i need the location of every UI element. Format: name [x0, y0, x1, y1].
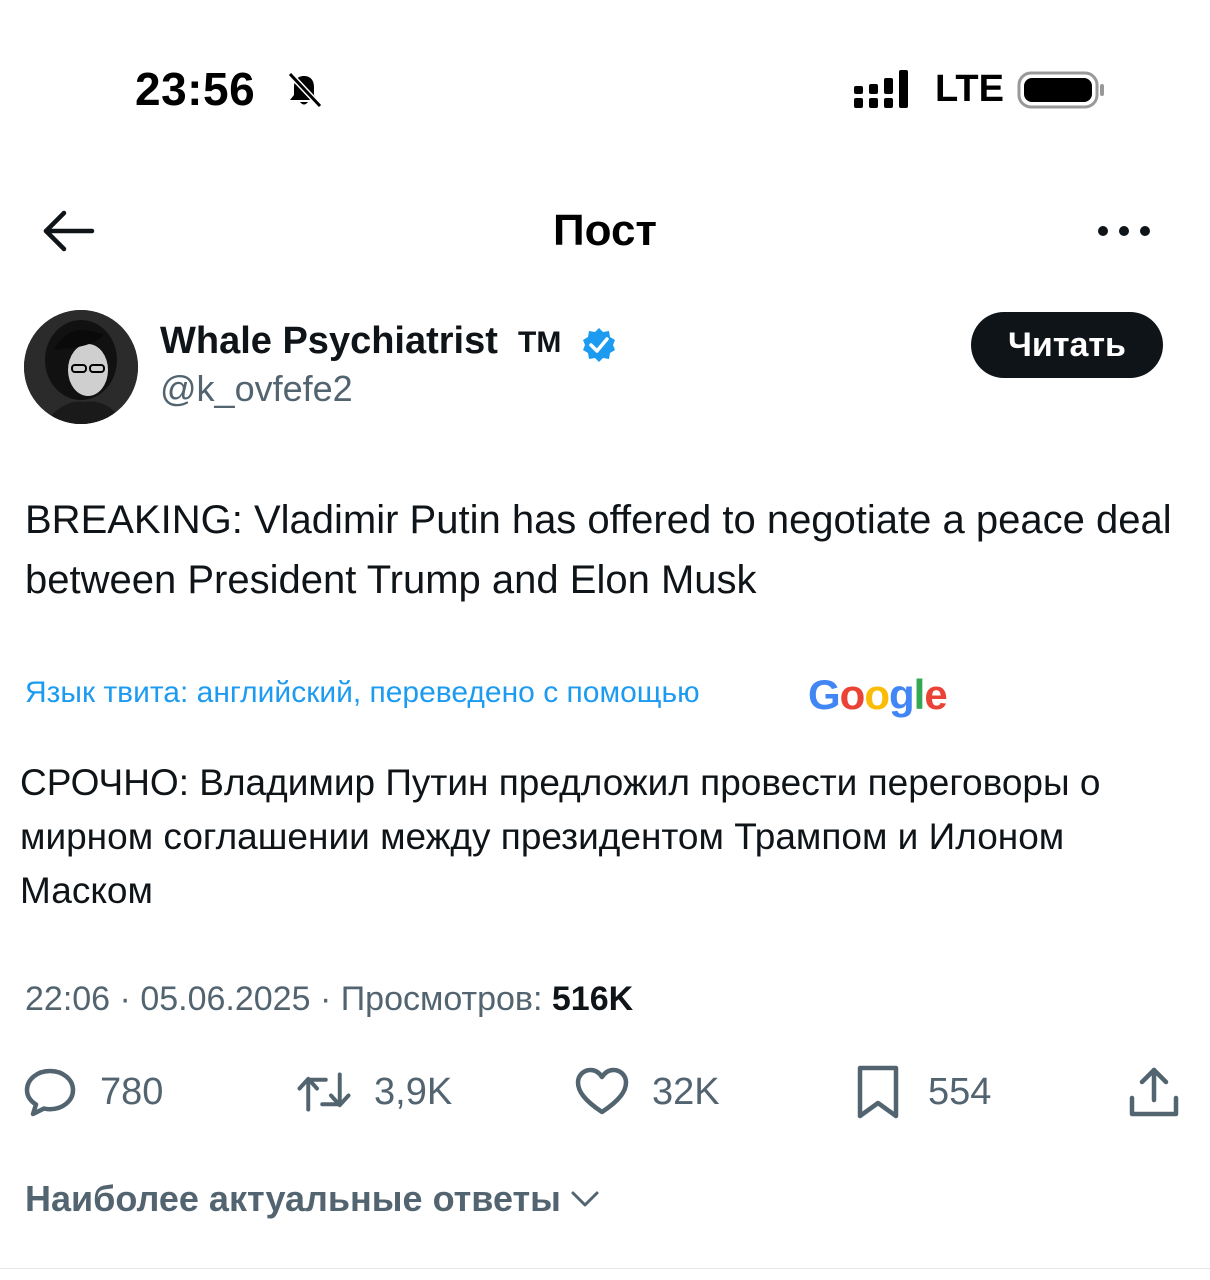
google-letter: e: [924, 671, 947, 718]
tweet-meta: 22:06 · 05.06.2025 · Просмотров: 516K: [25, 980, 633, 1019]
reply-button[interactable]: 780: [22, 1062, 163, 1122]
tweet-time[interactable]: 22:06: [25, 980, 110, 1018]
verified-badge-icon: [583, 328, 615, 362]
heart-icon: [575, 1067, 629, 1115]
battery-icon: [1017, 71, 1104, 109]
share-icon[interactable]: [1124, 1062, 1184, 1122]
cellular-signal-icon: [854, 70, 908, 108]
google-letter: o: [864, 671, 890, 718]
google-letter: G: [808, 671, 841, 718]
status-time: 23:56: [135, 63, 256, 115]
google-letter: l: [913, 671, 926, 718]
translation-note[interactable]: Язык твита: английский, переведено с пом…: [25, 676, 700, 710]
replies-sort-dropdown[interactable]: Наиболее актуальные ответы: [25, 1178, 603, 1220]
tweet-date[interactable]: 05.06.2025: [140, 980, 310, 1018]
google-logo: Google: [808, 671, 948, 719]
bookmark-count: 554: [928, 1070, 992, 1113]
like-count: 32K: [652, 1070, 720, 1113]
network-type: LTE: [935, 68, 1004, 110]
translated-text: СРОЧНО: Владимир Путин предложил провест…: [20, 762, 1101, 911]
author-name-suffix: TM: [518, 326, 562, 359]
repost-count: 3,9K: [374, 1070, 453, 1113]
google-letter: o: [839, 671, 866, 718]
views-label: Просмотров:: [340, 980, 543, 1018]
avatar[interactable]: [24, 310, 138, 424]
bookmark-icon: [857, 1065, 899, 1119]
reply-count: 780: [100, 1070, 164, 1113]
bookmark-button[interactable]: 554: [850, 1062, 991, 1122]
author-handle[interactable]: @k_ovfefe2: [160, 368, 353, 410]
chevron-down-icon: [571, 1191, 599, 1207]
google-letter: g: [888, 671, 915, 718]
separator-dot: ·: [119, 980, 131, 1018]
separator-dot: ·: [319, 980, 332, 1018]
tweet-text: BREAKING: Vladimir Putin has offered to …: [25, 498, 1172, 602]
repost-icon: [297, 1072, 351, 1112]
bell-muted-icon: [287, 71, 323, 109]
follow-button[interactable]: Читать: [971, 312, 1163, 378]
replies-sort-label: Наиболее актуальные ответы: [25, 1178, 561, 1219]
avatar-photo: [24, 310, 138, 424]
repost-button[interactable]: 3,9K: [296, 1062, 452, 1122]
divider: [0, 1268, 1210, 1269]
page-title: Пост: [553, 206, 657, 255]
reply-icon: [24, 1068, 76, 1117]
like-button[interactable]: 32K: [574, 1062, 720, 1122]
more-options-icon[interactable]: [1094, 220, 1154, 242]
views-value: 516K: [551, 980, 634, 1018]
author-name[interactable]: Whale Psychiatrist: [160, 320, 498, 363]
